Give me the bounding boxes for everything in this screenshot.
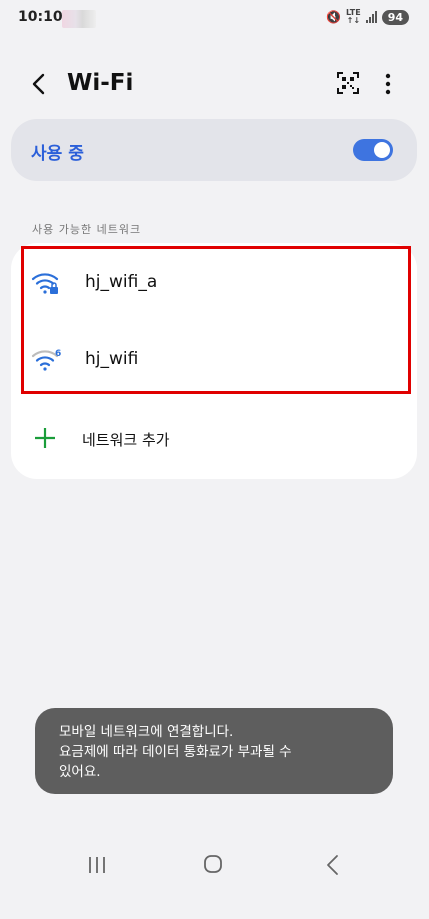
wifi-toggle-card[interactable]: 사용 중	[11, 119, 417, 181]
signal-icon	[365, 11, 377, 23]
nav-back-icon[interactable]	[324, 854, 342, 876]
network-item-hj-wifi-a[interactable]: hj_wifi_a	[11, 248, 417, 318]
qr-code-icon[interactable]	[336, 71, 360, 95]
lte-icon: LTE ↑↓	[345, 8, 361, 25]
available-networks-heading: 사용 가능한 네트워크	[32, 223, 142, 236]
mute-icon: 🔇	[326, 10, 341, 24]
toast-line-3: 있어요.	[59, 764, 101, 780]
network-name: hj_wifi	[85, 349, 139, 369]
back-icon[interactable]	[26, 70, 54, 98]
toast-line-1: 모바일 네트워크에 연결합니다.	[59, 724, 234, 740]
page-title: Wi-Fi	[67, 70, 134, 96]
recent-apps-icon[interactable]	[87, 856, 107, 874]
add-network-button[interactable]: 네트워크 추가	[82, 429, 170, 450]
wifi-toggle-label: 사용 중	[31, 144, 84, 164]
notification-icons-blurred	[62, 10, 96, 28]
toast-message: 모바일 네트워크에 연결합니다. 요금제에 따라 데이터 통화료가 부과될 수 …	[35, 708, 393, 794]
network-name: hj_wifi_a	[85, 272, 158, 292]
status-icons: 🔇 LTE ↑↓ 94	[326, 9, 409, 25]
app-bar: Wi-Fi	[0, 58, 429, 108]
wifi-6-badge: 6	[55, 349, 61, 359]
home-icon[interactable]	[203, 854, 223, 874]
wifi-switch[interactable]	[353, 139, 393, 161]
network-item-hj-wifi[interactable]: 6 hj_wifi	[11, 325, 417, 395]
wifi-6-icon: 6	[31, 349, 61, 371]
status-time: 10:10	[18, 9, 63, 25]
networks-card: hj_wifi_a 6 hj_wifi 네트워크 추가	[11, 243, 417, 479]
toast-text: 모바일 네트워크에 연결합니다. 요금제에 따라 데이터 통화료가 부과될 수 …	[59, 722, 379, 782]
system-nav-bar	[0, 840, 429, 890]
battery-badge: 94	[381, 9, 409, 25]
toast-line-2: 요금제에 따라 데이터 통화료가 부과될 수	[59, 744, 292, 760]
more-options-icon[interactable]	[378, 70, 398, 98]
switch-knob	[374, 142, 390, 158]
wifi-locked-icon	[31, 273, 59, 294]
plus-icon[interactable]	[34, 427, 56, 449]
network-type-label: LTE	[345, 8, 361, 17]
status-bar: 10:10 🔇 LTE ↑↓ 94	[0, 0, 429, 36]
